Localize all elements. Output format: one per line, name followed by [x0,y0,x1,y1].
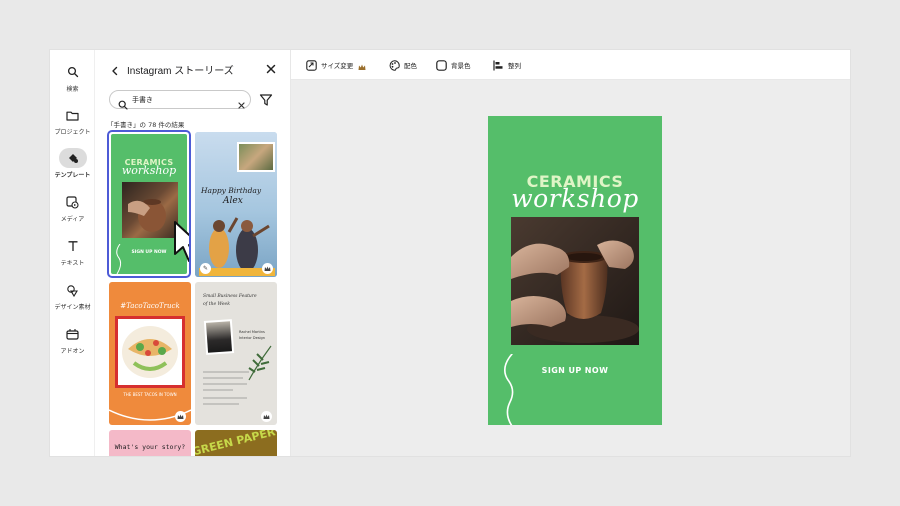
search-icon [59,62,87,82]
template-caption: THE BEST TACOS IN TOWN [123,392,177,397]
rail-label: テンプレート [54,172,91,179]
rail-item-addons[interactable]: アドオン [50,324,95,355]
panel-title: Instagram ストーリーズ [127,66,234,77]
design-page[interactable]: CERAMICS workshop SIGN UP NOW [488,116,662,425]
left-rail: 検索 プロジェクト テンプレート メディア テキスト デザイン素材 アドオン [50,50,95,456]
design-pottery-photo[interactable] [511,217,639,345]
pottery-photo [122,182,178,238]
align-button[interactable]: 整列 [493,58,521,72]
template-card-taco[interactable]: #TacoTacoTruck THE BEST TACOS IN TOWN [109,282,191,425]
text-icon [59,236,87,256]
rail-item-templates[interactable]: テンプレート [50,148,95,179]
clear-search-icon[interactable] [237,95,246,109]
premium-crown-icon [262,263,273,274]
rail-item-media[interactable]: メディア [50,192,95,223]
mouse-cursor-icon [174,221,189,262]
back-arrow-icon[interactable] [109,62,121,76]
background-color-icon [436,56,447,75]
templates-icon [58,148,87,168]
rail-label: テキスト [60,260,85,267]
color-palette-button[interactable]: 配色 [389,58,417,72]
filter-icon[interactable] [259,92,273,106]
template-card-small-business[interactable]: Small Business Feature of the Week Rache… [195,282,277,425]
rail-label: アドオン [60,348,85,355]
search-input[interactable] [132,93,232,106]
folder-icon [59,105,87,125]
result-count: 「手書き」の 78 件の結果 [107,121,185,129]
palette-label: 配色 [404,62,417,70]
rail-label: 検索 [66,86,79,93]
addons-icon [59,324,87,344]
app-window: 検索 プロジェクト テンプレート メディア テキスト デザイン素材 アドオン I… [50,50,850,456]
editor-canvas[interactable]: CERAMICS workshop SIGN UP NOW [291,80,850,456]
align-icon [493,56,504,75]
panel-header: Instagram ストーリーズ [95,50,291,86]
template-script: Happy Birthday [201,186,262,195]
rail-label: プロジェクト [54,129,91,136]
portrait-photo [203,319,235,355]
align-label: 整列 [508,62,521,70]
shapes-icon [59,280,87,300]
template-card-birthday[interactable]: Happy Birthday Alex ✎ [195,132,277,277]
template-subtitle: of the Week [203,302,230,307]
rail-label: メディア [60,216,85,223]
resize-button[interactable]: サイズ変更 [306,58,366,72]
close-icon[interactable] [264,61,278,75]
resize-label: サイズ変更 [321,62,354,70]
rail-item-text[interactable]: テキスト [50,236,95,267]
premium-crown-icon [175,411,186,422]
template-person-name: Rachel Martins [239,330,265,334]
templates-panel: Instagram ストーリーズ 「手書き」の 78 件の結果 CERAMICS… [95,50,291,456]
editor-toolbar: サイズ変更 配色 背景色 整列 [291,50,850,80]
premium-crown-icon [358,56,366,75]
search-icon [118,95,128,114]
template-card-green-paper[interactable]: GREEN PAPER [195,430,277,456]
rail-item-search[interactable]: 検索 [50,62,95,93]
template-script-name: Alex [223,196,243,206]
rail-item-projects[interactable]: プロジェクト [50,105,95,136]
template-title: Small Business Feature [203,294,257,299]
template-text: GREEN PAPER [195,430,277,456]
resize-icon [306,56,317,75]
search-field [109,90,251,110]
design-script[interactable]: workshop [488,184,662,213]
background-color-label: 背景色 [451,62,471,70]
background-color-button[interactable]: 背景色 [436,58,471,72]
palette-icon [389,56,400,75]
taco-photo [115,316,185,388]
template-script: workshop [121,164,177,177]
template-card-whats-your-story[interactable]: What's your story? [109,430,191,456]
template-hashtag: #TacoTacoTruck [120,302,180,310]
polaroid-photo [237,142,275,172]
template-card-ceramics[interactable]: CERAMICS workshop SIGN UP NOW [107,130,191,278]
media-icon [59,192,87,212]
template-text: What's your story? [114,443,186,451]
animated-badge-icon: ✎ [200,263,211,274]
squiggle-line-decoration[interactable] [500,354,520,425]
template-person-role: Interior Design [239,336,265,340]
rail-item-design-elements[interactable]: デザイン素材 [50,280,95,311]
premium-crown-icon [261,411,272,422]
rail-label: デザイン素材 [54,304,91,311]
